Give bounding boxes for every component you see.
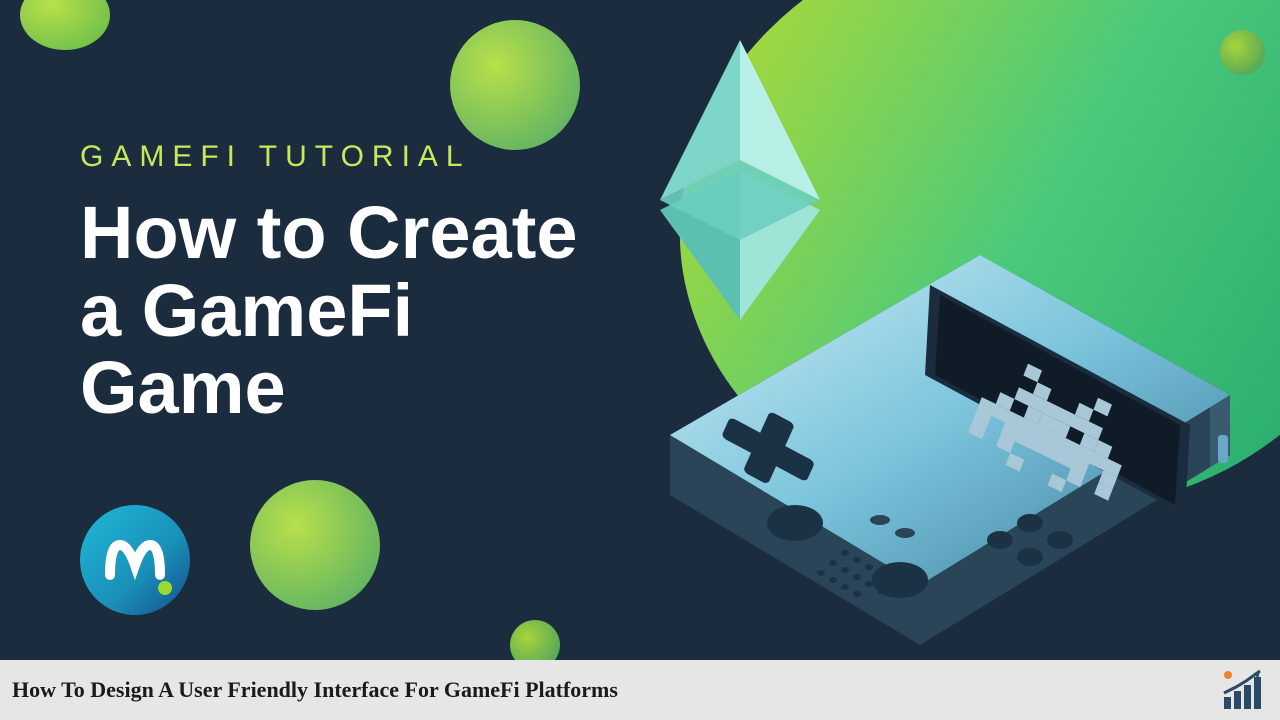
kicker-text: GAMEFI TUTORIAL xyxy=(80,140,578,174)
title-line: How to Create xyxy=(80,194,578,272)
deco-circle xyxy=(1220,30,1265,75)
title-line: Game xyxy=(80,349,578,427)
hero-banner: GAMEFI TUTORIAL How to Create a GameFi G… xyxy=(0,0,1280,660)
title-line: a GameFi xyxy=(80,272,578,350)
growth-chart-icon xyxy=(1218,665,1268,715)
deco-circle xyxy=(250,480,380,610)
deco-circle xyxy=(510,620,560,660)
deco-circle xyxy=(450,20,580,150)
caption-bar: How To Design A User Friendly Interface … xyxy=(0,660,1280,720)
logo-accent-dot xyxy=(158,581,172,595)
headline-block: GAMEFI TUTORIAL How to Create a GameFi G… xyxy=(80,140,578,427)
moralis-logo xyxy=(80,505,190,615)
ethereum-diamond-icon xyxy=(640,30,840,335)
main-title: How to Create a GameFi Game xyxy=(80,194,578,427)
caption-text: How To Design A User Friendly Interface … xyxy=(12,677,618,703)
deco-circle xyxy=(20,0,110,50)
